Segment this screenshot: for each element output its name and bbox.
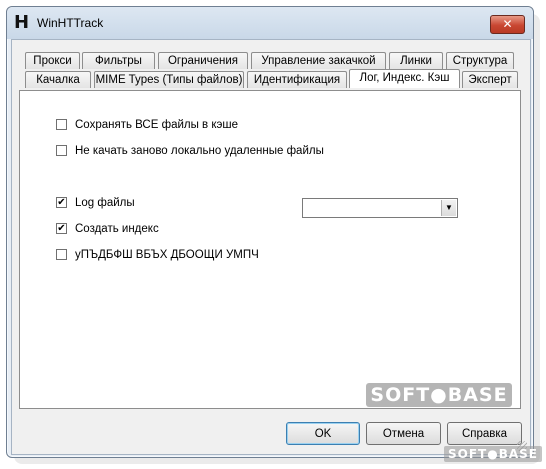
option-label: Log файлы: [75, 197, 135, 209]
tab-filters[interactable]: Фильтры: [82, 52, 155, 69]
tab-spider[interactable]: Качалка: [25, 71, 91, 88]
log-type-select[interactable]: ▼: [302, 198, 458, 218]
option-label: Создать индекс: [75, 223, 159, 235]
tab-limits[interactable]: Ограничения: [158, 52, 248, 69]
tab-structure[interactable]: Структура: [446, 52, 514, 69]
checkbox-checked[interactable]: ✔: [56, 197, 67, 208]
close-button[interactable]: ✕: [490, 15, 525, 34]
checkbox[interactable]: [56, 249, 67, 260]
dropdown-arrow-icon[interactable]: ▼: [441, 200, 456, 216]
tab-flow-control[interactable]: Управление закачкой: [251, 52, 386, 69]
option-label: уПЪДБФШ ВБЪХ ДБООЩИ УМПЧ: [75, 249, 259, 261]
tab-log-index-cache[interactable]: Лог, Индекс. Кэш: [349, 69, 460, 88]
check-icon: ✔: [57, 197, 66, 208]
option-label: Не качать заново локально удаленные файл…: [75, 145, 324, 157]
window-title: WinHTTrack: [37, 16, 104, 30]
cancel-button[interactable]: Отмена: [366, 422, 441, 445]
tab-expert[interactable]: Эксперт: [462, 71, 518, 88]
watermark-logo-small: SOFT●BASE: [444, 446, 542, 462]
tab-proxy[interactable]: Прокси: [25, 52, 80, 69]
help-button[interactable]: Справка: [447, 422, 522, 445]
tab-panel: Сохранять ВСЕ файлы в кэше Не качать зан…: [19, 90, 521, 409]
tab-mime-types[interactable]: MIME Types (Типы файлов): [94, 71, 244, 88]
check-icon: ✔: [57, 223, 66, 234]
app-logo-icon: H: [13, 12, 30, 33]
tab-browser-id[interactable]: Идентификация: [247, 71, 347, 88]
checkbox[interactable]: [56, 145, 67, 156]
ok-button[interactable]: OK: [286, 422, 360, 445]
close-icon: ✕: [502, 17, 513, 31]
watermark-logo: SOFT●BASE: [366, 383, 512, 407]
title-bar[interactable]: H WinHTTrack ✕: [7, 7, 533, 39]
option-label: Сохранять ВСЕ файлы в кэше: [75, 119, 239, 131]
tab-links[interactable]: Линки: [389, 52, 443, 69]
checkbox-checked[interactable]: ✔: [56, 223, 67, 234]
checkbox[interactable]: [56, 119, 67, 130]
